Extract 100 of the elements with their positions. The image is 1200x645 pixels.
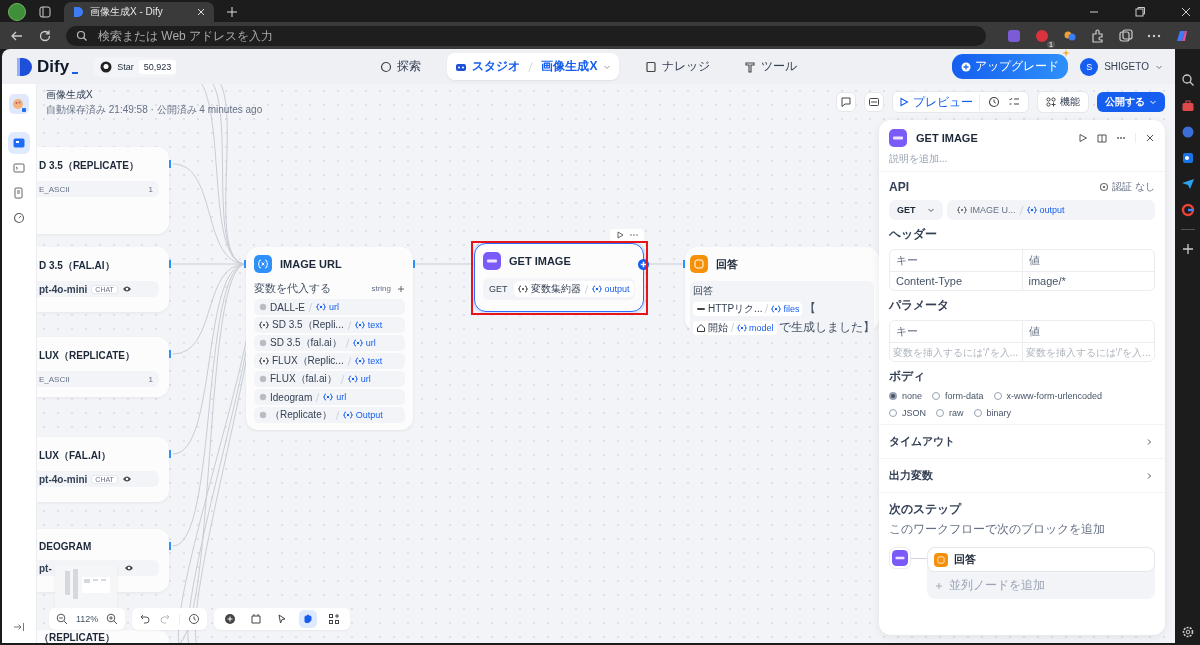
extension-icon[interactable] — [1034, 27, 1050, 44]
node-card[interactable]: D 3.5（REPLICATE） E_ASCII 1 — [37, 147, 169, 234]
table-cell[interactable]: Content-Type — [890, 272, 1022, 290]
node-title: GET IMAGE — [509, 255, 571, 267]
upgrade-button[interactable]: アップグレード — [952, 54, 1069, 79]
connection-handle[interactable] — [169, 542, 171, 550]
browser-tab[interactable]: 画像生成X - Dify — [64, 2, 214, 22]
source-name: SD 3.5（fal.ai） — [270, 336, 342, 350]
publish-button[interactable]: 公開する — [1097, 92, 1165, 112]
radio-option[interactable]: JSON — [889, 408, 926, 418]
close-icon[interactable] — [1145, 133, 1155, 143]
restore-icon[interactable] — [1134, 6, 1146, 18]
env-button[interactable] — [864, 92, 884, 112]
play-icon[interactable] — [1078, 133, 1088, 143]
zoom-level[interactable]: 112% — [76, 614, 99, 624]
search-icon — [76, 29, 88, 42]
github-icon — [100, 60, 113, 73]
column-header: キー — [895, 253, 919, 268]
connection-handle[interactable] — [169, 260, 171, 268]
radio-option[interactable]: form-data — [932, 391, 984, 401]
app-icon[interactable] — [9, 94, 29, 114]
input-field[interactable]: 変数を挿入するには'/'を入... — [1021, 343, 1154, 361]
copilot-icon[interactable] — [1180, 125, 1195, 139]
variable-icon — [254, 255, 272, 273]
radio-option[interactable]: raw — [936, 408, 964, 418]
undo-icon[interactable] — [139, 613, 152, 625]
node-card[interactable]: （REPLICATE） — [37, 630, 169, 643]
connection-handle[interactable] — [683, 260, 685, 268]
auth-button[interactable]: 認証 なし — [1099, 180, 1155, 194]
toolbox-icon[interactable] — [1180, 99, 1195, 113]
radio-option[interactable]: binary — [973, 408, 1012, 418]
node-label: 変数を代入する — [254, 281, 331, 296]
search-icon[interactable] — [1180, 73, 1195, 87]
plus-icon[interactable] — [397, 284, 405, 293]
book-icon[interactable] — [1097, 133, 1107, 143]
history-icon[interactable] — [988, 96, 1000, 108]
reload-icon[interactable] — [38, 28, 52, 43]
connection-handle[interactable] — [169, 450, 171, 458]
address-bar[interactable]: 検索または Web アドレスを入力 — [66, 25, 986, 46]
node-title: 回答 — [716, 256, 738, 272]
play-icon[interactable] — [616, 231, 624, 239]
node-card[interactable]: LUX（REPLICATE） E_ASCII 1 — [37, 337, 169, 397]
radio-option[interactable]: x-www-form-urlencoded — [993, 391, 1103, 401]
github-star-button[interactable]: Star 50,923 — [94, 56, 177, 77]
node-title: D 3.5（FAL.AI） — [39, 259, 116, 273]
user-name[interactable]: SHIGETO — [1104, 61, 1149, 72]
outlook-icon[interactable] — [1180, 151, 1195, 165]
collapsible-section[interactable]: 出力変数 — [879, 458, 1165, 492]
url-field[interactable]: IMAGE U... output — [947, 200, 1155, 220]
method-select[interactable]: GET — [889, 200, 943, 220]
gauge-icon — [13, 212, 25, 224]
nav-tab[interactable]: 探索 — [372, 53, 430, 80]
zoom-out-icon[interactable] — [56, 613, 68, 625]
connection-handle[interactable] — [169, 160, 171, 168]
tab-actions-icon[interactable] — [38, 5, 52, 19]
node-card[interactable]: GET IMAGE GET 変数集約器 output — [474, 243, 644, 312]
expand-sidebar-icon[interactable] — [13, 621, 25, 633]
collections-icon[interactable] — [1118, 27, 1134, 44]
nav-tab[interactable]: ナレッジ — [636, 53, 718, 80]
address-field[interactable]: 検索または Web アドレスを入力 — [96, 27, 976, 44]
next-block[interactable]: 回答 — [927, 547, 1155, 572]
profile-avatar[interactable] — [8, 3, 26, 21]
user-avatar[interactable]: S — [1080, 57, 1099, 76]
description-field[interactable]: 説明を追加... — [889, 153, 1155, 164]
checklist-icon[interactable] — [1008, 96, 1020, 108]
column-header: 値 — [1021, 250, 1154, 271]
variable-icon — [354, 320, 365, 330]
history-icon[interactable] — [188, 613, 201, 625]
connection-handle[interactable] — [244, 260, 246, 268]
app-name[interactable]: 画像生成X — [541, 58, 598, 75]
features-button[interactable]: 機能 — [1037, 91, 1089, 113]
nav-tab[interactable]: ツール — [735, 53, 805, 80]
add-node-icon[interactable] — [638, 259, 649, 270]
source-name: 変数集約器 — [530, 282, 581, 296]
source-name: SD 3.5（Repli... — [272, 318, 344, 332]
settings-icon[interactable] — [1180, 625, 1195, 639]
collapsible-section[interactable]: タイムアウト — [879, 424, 1165, 458]
hand-button[interactable] — [299, 610, 318, 628]
radio-button[interactable] — [889, 392, 897, 400]
source-name: IMAGE U... — [970, 205, 1016, 215]
answer-label: 回答 — [693, 284, 714, 298]
input-field[interactable]: 変数を挿入するには'/'を入... — [890, 343, 1022, 361]
zoom-in-icon[interactable] — [106, 613, 119, 625]
gear-icon — [1099, 182, 1110, 192]
puzzle-icon[interactable] — [1090, 27, 1106, 44]
node-card[interactable]: IMAGE URL 変数を代入する string DALL-E url SD 3.5（Repli... text SD 3.5（fal.ai） url FLUX（Replic... text FLUX（fal.ai） url Ideogram url （Replicate） Output — [246, 247, 413, 430]
variable-icon — [259, 320, 269, 330]
variable-name: output — [1039, 205, 1065, 215]
http-icon — [483, 252, 501, 270]
connection-handle[interactable] — [413, 260, 415, 268]
connection-handle[interactable] — [169, 350, 171, 358]
comment-button[interactable] — [836, 92, 856, 112]
nav-tab[interactable]: スタジオ 画像生成X — [447, 53, 619, 80]
sidebar-item[interactable] — [8, 132, 30, 154]
table-cell[interactable]: image/* — [1021, 272, 1154, 290]
section-label: 次のステップ — [889, 501, 963, 518]
model-name: pt-4o-mini — [39, 283, 88, 295]
radio-option[interactable]: none — [889, 391, 923, 401]
google-icon[interactable] — [1180, 203, 1195, 217]
new-tab-icon[interactable] — [226, 6, 238, 18]
